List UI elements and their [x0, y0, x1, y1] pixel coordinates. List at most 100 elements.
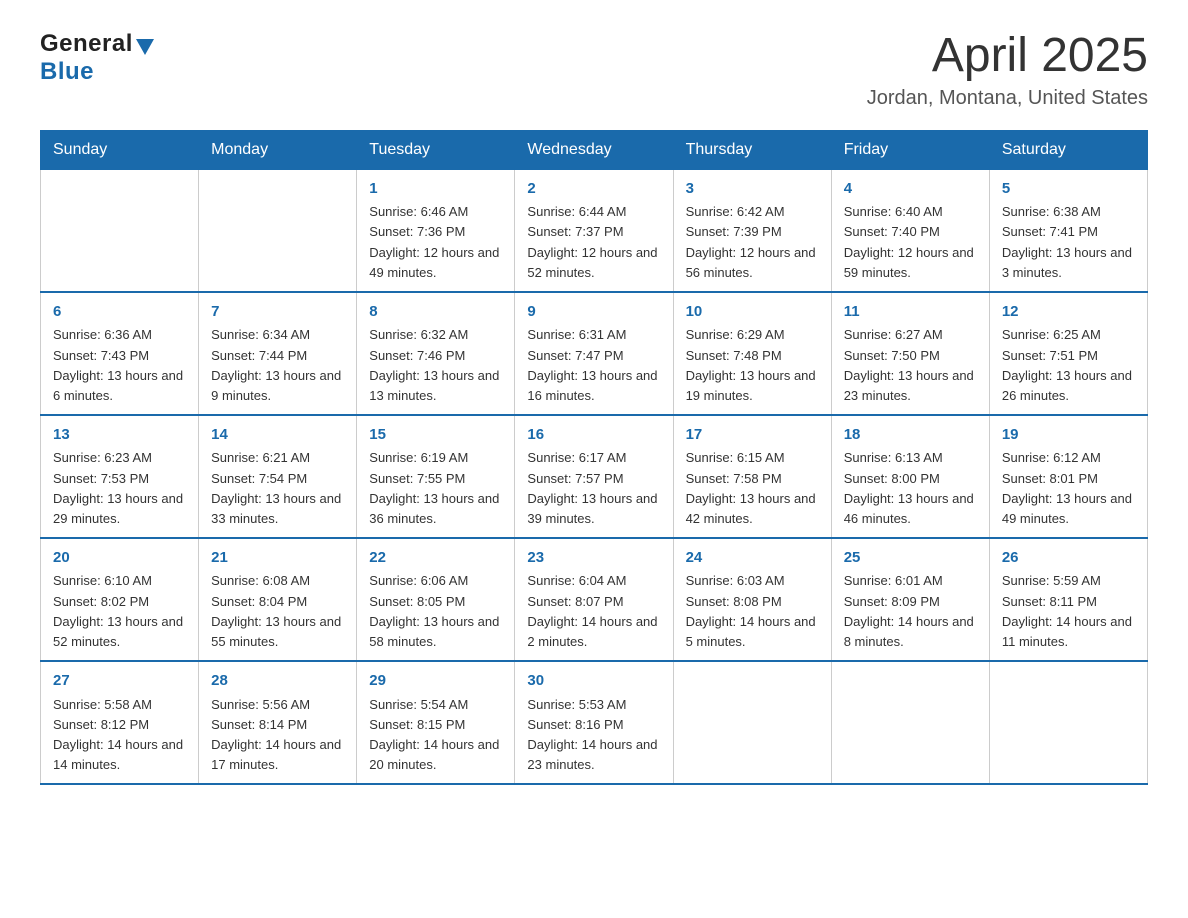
day-info: Sunrise: 6:23 AMSunset: 7:53 PMDaylight:…	[53, 448, 186, 529]
calendar-day-cell: 5Sunrise: 6:38 AMSunset: 7:41 PMDaylight…	[989, 169, 1147, 292]
calendar-day-cell: 15Sunrise: 6:19 AMSunset: 7:55 PMDayligh…	[357, 415, 515, 538]
header-wednesday: Wednesday	[515, 130, 673, 169]
calendar-day-cell: 16Sunrise: 6:17 AMSunset: 7:57 PMDayligh…	[515, 415, 673, 538]
calendar-day-cell: 26Sunrise: 5:59 AMSunset: 8:11 PMDayligh…	[989, 538, 1147, 661]
logo-triangle-icon	[136, 39, 154, 55]
day-number: 15	[369, 424, 502, 447]
calendar-day-cell: 6Sunrise: 6:36 AMSunset: 7:43 PMDaylight…	[41, 292, 199, 415]
header-friday: Friday	[831, 130, 989, 169]
day-info: Sunrise: 6:31 AMSunset: 7:47 PMDaylight:…	[527, 325, 660, 406]
calendar-day-cell	[199, 169, 357, 292]
calendar-day-cell: 22Sunrise: 6:06 AMSunset: 8:05 PMDayligh…	[357, 538, 515, 661]
calendar-day-cell	[989, 661, 1147, 784]
day-info: Sunrise: 6:13 AMSunset: 8:00 PMDaylight:…	[844, 448, 977, 529]
logo-blue-text: Blue	[40, 58, 94, 86]
logo: General Blue	[40, 30, 154, 86]
calendar-week-row: 27Sunrise: 5:58 AMSunset: 8:12 PMDayligh…	[41, 661, 1148, 784]
day-info: Sunrise: 6:10 AMSunset: 8:02 PMDaylight:…	[53, 571, 186, 652]
title-section: April 2025 Jordan, Montana, United State…	[867, 30, 1148, 110]
day-number: 1	[369, 178, 502, 201]
day-info: Sunrise: 5:59 AMSunset: 8:11 PMDaylight:…	[1002, 571, 1135, 652]
page-subtitle: Jordan, Montana, United States	[867, 87, 1148, 110]
logo-general-text: General	[40, 30, 133, 58]
day-info: Sunrise: 6:25 AMSunset: 7:51 PMDaylight:…	[1002, 325, 1135, 406]
day-number: 3	[686, 178, 819, 201]
day-number: 12	[1002, 301, 1135, 324]
calendar-day-cell	[831, 661, 989, 784]
day-number: 23	[527, 547, 660, 570]
day-number: 11	[844, 301, 977, 324]
day-number: 9	[527, 301, 660, 324]
day-info: Sunrise: 6:19 AMSunset: 7:55 PMDaylight:…	[369, 448, 502, 529]
day-number: 26	[1002, 547, 1135, 570]
calendar-day-cell: 27Sunrise: 5:58 AMSunset: 8:12 PMDayligh…	[41, 661, 199, 784]
day-info: Sunrise: 6:21 AMSunset: 7:54 PMDaylight:…	[211, 448, 344, 529]
day-number: 25	[844, 547, 977, 570]
day-number: 29	[369, 670, 502, 693]
day-info: Sunrise: 5:53 AMSunset: 8:16 PMDaylight:…	[527, 695, 660, 776]
calendar-day-cell: 13Sunrise: 6:23 AMSunset: 7:53 PMDayligh…	[41, 415, 199, 538]
page-title: April 2025	[867, 30, 1148, 83]
day-info: Sunrise: 6:44 AMSunset: 7:37 PMDaylight:…	[527, 202, 660, 283]
calendar-day-cell: 3Sunrise: 6:42 AMSunset: 7:39 PMDaylight…	[673, 169, 831, 292]
calendar-day-cell: 8Sunrise: 6:32 AMSunset: 7:46 PMDaylight…	[357, 292, 515, 415]
calendar-day-cell: 1Sunrise: 6:46 AMSunset: 7:36 PMDaylight…	[357, 169, 515, 292]
day-info: Sunrise: 6:38 AMSunset: 7:41 PMDaylight:…	[1002, 202, 1135, 283]
day-number: 10	[686, 301, 819, 324]
day-number: 20	[53, 547, 186, 570]
calendar-day-cell: 4Sunrise: 6:40 AMSunset: 7:40 PMDaylight…	[831, 169, 989, 292]
day-info: Sunrise: 6:15 AMSunset: 7:58 PMDaylight:…	[686, 448, 819, 529]
day-info: Sunrise: 6:12 AMSunset: 8:01 PMDaylight:…	[1002, 448, 1135, 529]
day-info: Sunrise: 6:34 AMSunset: 7:44 PMDaylight:…	[211, 325, 344, 406]
calendar-body: 1Sunrise: 6:46 AMSunset: 7:36 PMDaylight…	[41, 169, 1148, 784]
day-number: 24	[686, 547, 819, 570]
day-info: Sunrise: 6:03 AMSunset: 8:08 PMDaylight:…	[686, 571, 819, 652]
day-info: Sunrise: 6:29 AMSunset: 7:48 PMDaylight:…	[686, 325, 819, 406]
calendar-week-row: 13Sunrise: 6:23 AMSunset: 7:53 PMDayligh…	[41, 415, 1148, 538]
calendar-day-cell: 11Sunrise: 6:27 AMSunset: 7:50 PMDayligh…	[831, 292, 989, 415]
day-number: 8	[369, 301, 502, 324]
calendar-day-cell: 17Sunrise: 6:15 AMSunset: 7:58 PMDayligh…	[673, 415, 831, 538]
page-header: General Blue April 2025 Jordan, Montana,…	[40, 30, 1148, 110]
day-info: Sunrise: 6:17 AMSunset: 7:57 PMDaylight:…	[527, 448, 660, 529]
calendar-day-cell: 25Sunrise: 6:01 AMSunset: 8:09 PMDayligh…	[831, 538, 989, 661]
calendar-day-cell: 7Sunrise: 6:34 AMSunset: 7:44 PMDaylight…	[199, 292, 357, 415]
day-info: Sunrise: 5:54 AMSunset: 8:15 PMDaylight:…	[369, 695, 502, 776]
calendar-day-cell: 28Sunrise: 5:56 AMSunset: 8:14 PMDayligh…	[199, 661, 357, 784]
day-number: 2	[527, 178, 660, 201]
calendar-day-cell: 12Sunrise: 6:25 AMSunset: 7:51 PMDayligh…	[989, 292, 1147, 415]
calendar-week-row: 6Sunrise: 6:36 AMSunset: 7:43 PMDaylight…	[41, 292, 1148, 415]
calendar-day-cell: 9Sunrise: 6:31 AMSunset: 7:47 PMDaylight…	[515, 292, 673, 415]
calendar-day-cell	[41, 169, 199, 292]
calendar-day-cell: 14Sunrise: 6:21 AMSunset: 7:54 PMDayligh…	[199, 415, 357, 538]
day-info: Sunrise: 6:27 AMSunset: 7:50 PMDaylight:…	[844, 325, 977, 406]
day-info: Sunrise: 6:42 AMSunset: 7:39 PMDaylight:…	[686, 202, 819, 283]
header-monday: Monday	[199, 130, 357, 169]
day-number: 16	[527, 424, 660, 447]
header-tuesday: Tuesday	[357, 130, 515, 169]
calendar-day-cell: 21Sunrise: 6:08 AMSunset: 8:04 PMDayligh…	[199, 538, 357, 661]
calendar-day-cell: 20Sunrise: 6:10 AMSunset: 8:02 PMDayligh…	[41, 538, 199, 661]
day-number: 13	[53, 424, 186, 447]
day-number: 21	[211, 547, 344, 570]
day-info: Sunrise: 5:56 AMSunset: 8:14 PMDaylight:…	[211, 695, 344, 776]
day-number: 17	[686, 424, 819, 447]
day-info: Sunrise: 6:01 AMSunset: 8:09 PMDaylight:…	[844, 571, 977, 652]
calendar-header: Sunday Monday Tuesday Wednesday Thursday…	[41, 130, 1148, 169]
calendar-day-cell: 18Sunrise: 6:13 AMSunset: 8:00 PMDayligh…	[831, 415, 989, 538]
day-info: Sunrise: 6:46 AMSunset: 7:36 PMDaylight:…	[369, 202, 502, 283]
header-sunday: Sunday	[41, 130, 199, 169]
calendar-day-cell: 24Sunrise: 6:03 AMSunset: 8:08 PMDayligh…	[673, 538, 831, 661]
day-info: Sunrise: 6:04 AMSunset: 8:07 PMDaylight:…	[527, 571, 660, 652]
day-info: Sunrise: 5:58 AMSunset: 8:12 PMDaylight:…	[53, 695, 186, 776]
calendar-week-row: 20Sunrise: 6:10 AMSunset: 8:02 PMDayligh…	[41, 538, 1148, 661]
calendar-table: Sunday Monday Tuesday Wednesday Thursday…	[40, 130, 1148, 785]
day-number: 18	[844, 424, 977, 447]
calendar-day-cell: 29Sunrise: 5:54 AMSunset: 8:15 PMDayligh…	[357, 661, 515, 784]
header-saturday: Saturday	[989, 130, 1147, 169]
day-number: 7	[211, 301, 344, 324]
day-number: 30	[527, 670, 660, 693]
day-number: 27	[53, 670, 186, 693]
day-number: 5	[1002, 178, 1135, 201]
day-number: 14	[211, 424, 344, 447]
